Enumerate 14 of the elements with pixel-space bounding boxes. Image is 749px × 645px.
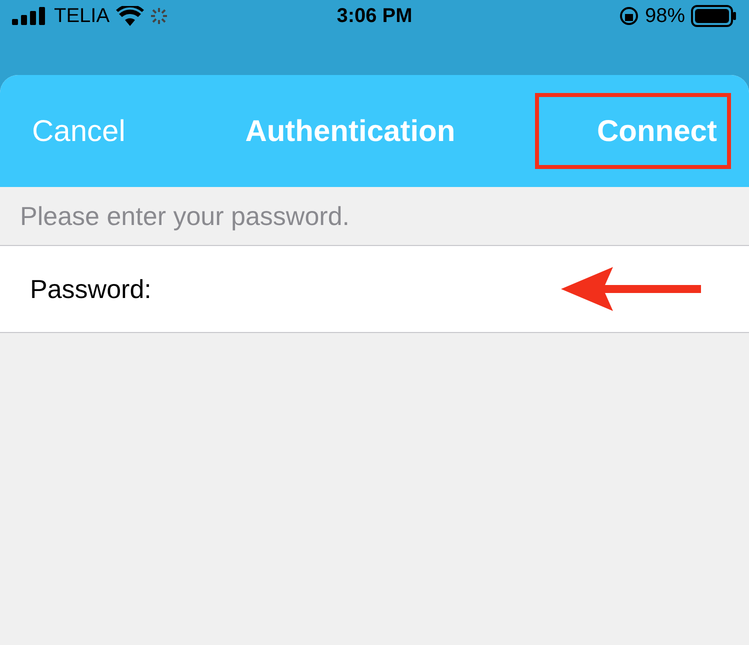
signal-icon	[12, 7, 48, 25]
battery-icon	[691, 5, 737, 27]
battery-percent: 98%	[644, 4, 685, 29]
clock-time: 3:06 PM	[336, 4, 414, 29]
connect-button[interactable]: Connect	[534, 93, 731, 169]
wifi-icon	[116, 6, 144, 26]
password-field[interactable]: Password:	[0, 245, 749, 333]
field-label: Password:	[30, 272, 152, 306]
carrier-name: TELIA	[54, 4, 110, 29]
cancel-button[interactable]: Cancel	[32, 108, 126, 154]
spinner-icon	[150, 7, 168, 25]
caption-text: Please enter your password.	[20, 200, 350, 232]
sheet-title: Authentication	[245, 114, 456, 150]
rotation-lock-icon	[618, 6, 639, 26]
